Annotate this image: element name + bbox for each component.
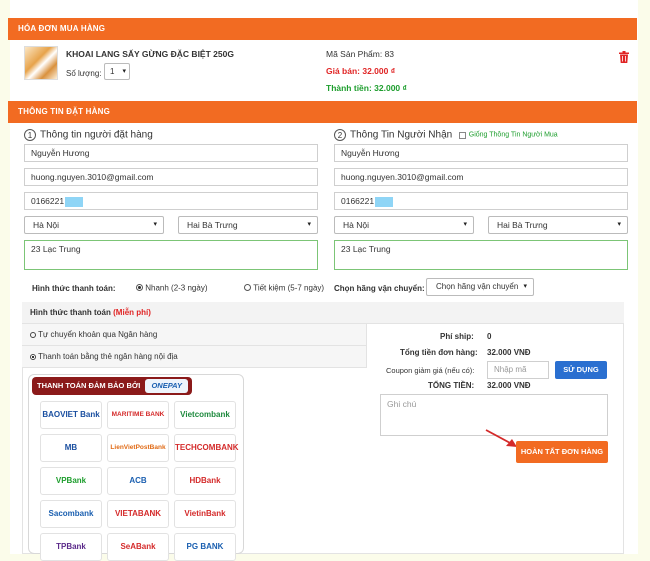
coupon-input[interactable]: Nhập mã [487, 361, 549, 379]
subtotal-value: 32.000 VNĐ [487, 348, 531, 357]
radio-empty-icon [244, 284, 251, 292]
buyer-section-title: 1 Thông tin người đặt hàng [24, 129, 153, 141]
bank-logo[interactable]: VIETABANK [107, 500, 169, 528]
same-as-buyer-checkbox[interactable] [458, 131, 466, 139]
pay-option-transfer[interactable]: Tự chuyển khoản qua Ngân hàng [22, 324, 366, 346]
buyer-email-input[interactable]: huong.nguyen.3010@gmail.com [24, 168, 318, 186]
buyer-address-textarea[interactable]: 23 Lạc Trung [24, 240, 318, 270]
apply-coupon-button[interactable]: SỬ DỤNG [555, 361, 607, 379]
receiver-address-textarea[interactable]: 23 Lạc Trung [334, 240, 628, 270]
bank-logo[interactable]: MB [40, 434, 102, 462]
bank-logo[interactable]: SeABank [107, 533, 169, 561]
grand-total-label: TỔNG TIỀN: [428, 381, 475, 390]
bank-logo[interactable]: TPBank [40, 533, 102, 561]
receiver-district-select[interactable]: Hai Bà Trưng ▾ [488, 216, 628, 234]
invoice-header: HÓA ĐƠN MUA HÀNG [8, 18, 637, 40]
step-one-badge: 1 [24, 129, 36, 141]
ship-method-label: Hình thức thanh toán: [32, 284, 116, 293]
step-two-badge: 2 [334, 129, 346, 141]
ship-fee-value: 0 [487, 332, 492, 341]
trash-icon[interactable] [619, 51, 629, 63]
carrier-select[interactable]: Chọn hãng vận chuyển ▾ [426, 278, 534, 296]
coupon-label: Coupon giảm giá (nếu có): [386, 366, 475, 375]
bank-logo[interactable]: BAOVIET Bank [40, 401, 102, 429]
arrow-annotation [485, 429, 517, 447]
product-code: Mã Sản Phẩm: 83 [326, 49, 395, 59]
radio-empty-icon [30, 331, 36, 338]
chevron-down-icon: ▾ [307, 221, 311, 228]
onepay-badge: THANH TOÁN ĐẢM BẢO BỞI ONEPAY [32, 377, 192, 395]
grand-total-value: 32.000 VNĐ [487, 381, 531, 390]
buyer-city-select[interactable]: Hà Nội ▾ [24, 216, 164, 234]
finish-order-button[interactable]: HOÀN TẤT ĐƠN HÀNG [516, 441, 608, 463]
buyer-district-select[interactable]: Hai Bà Trưng ▾ [178, 216, 318, 234]
receiver-phone-input[interactable]: 0166221 [334, 192, 628, 210]
subtotal-label: Tổng tiền đơn hàng: [400, 348, 478, 357]
receiver-section-title: 2 Thông Tin Người Nhận Giống Thông Tin Ng… [334, 129, 558, 141]
receiver-email-input[interactable]: huong.nguyen.3010@gmail.com [334, 168, 628, 186]
bank-logo[interactable]: MARITIME BANK [107, 401, 169, 429]
bank-logo[interactable]: VietinBank [174, 500, 236, 528]
carrier-label: Chọn hãng vận chuyển: [334, 284, 425, 293]
pay-option-card[interactable]: Thanh toán bằng thẻ ngân hàng nội địa [22, 346, 366, 368]
receiver-name-input[interactable]: Nguyễn Hương [334, 144, 628, 162]
bank-logo[interactable]: ACB [107, 467, 169, 495]
product-thumbnail [24, 46, 58, 80]
receiver-city-select[interactable]: Hà Nội ▾ [334, 216, 474, 234]
bank-logo[interactable]: VPBank [40, 467, 102, 495]
payment-title-bar: Hình thức thanh toán (Miễn phí) [22, 302, 624, 324]
redacted-mark [65, 196, 84, 207]
bank-logo[interactable]: Vietcombank [174, 401, 236, 429]
radio-checked-icon [30, 353, 36, 360]
ship-fast-option[interactable]: Nhanh (2-3 ngày) [136, 283, 208, 292]
chevron-down-icon: ▾ [463, 221, 467, 228]
bank-logo[interactable]: TECHCOMBANK [174, 434, 239, 462]
column-divider [366, 324, 367, 368]
qty-label: Số lượng: [66, 69, 102, 78]
product-total: Thành tiền: 32.000 ₫ [326, 83, 407, 93]
same-as-buyer-label[interactable]: Giống Thông Tin Người Mua [469, 132, 558, 139]
chevron-down-icon: ▾ [523, 283, 527, 290]
buyer-name-input[interactable]: Nguyễn Hương [24, 144, 318, 162]
bank-logo[interactable]: Sacombank [40, 500, 102, 528]
ship-save-option[interactable]: Tiết kiệm (5-7 ngày) [244, 283, 324, 292]
qty-select[interactable]: 1 ▾ [104, 63, 130, 80]
redacted-mark [375, 196, 394, 207]
radio-checked-icon [136, 284, 143, 292]
bank-logo[interactable]: PG BANK [174, 533, 236, 561]
product-name: KHOAI LANG SẤY GỪNG ĐẶC BIỆT 250G [66, 49, 234, 59]
bank-logo[interactable]: HDBank [174, 467, 236, 495]
product-price: Giá bán: 32.000 ₫ [326, 66, 396, 76]
bank-logo[interactable]: LienVietPostBank [107, 434, 169, 462]
chevron-down-icon: ▾ [153, 221, 157, 228]
chevron-down-icon: ▾ [122, 68, 126, 75]
order-header: THÔNG TIN ĐẶT HÀNG [8, 101, 637, 123]
buyer-phone-input[interactable]: 0166221 [24, 192, 318, 210]
chevron-down-icon: ▾ [617, 221, 621, 228]
ship-fee-label: Phí ship: [440, 332, 474, 341]
